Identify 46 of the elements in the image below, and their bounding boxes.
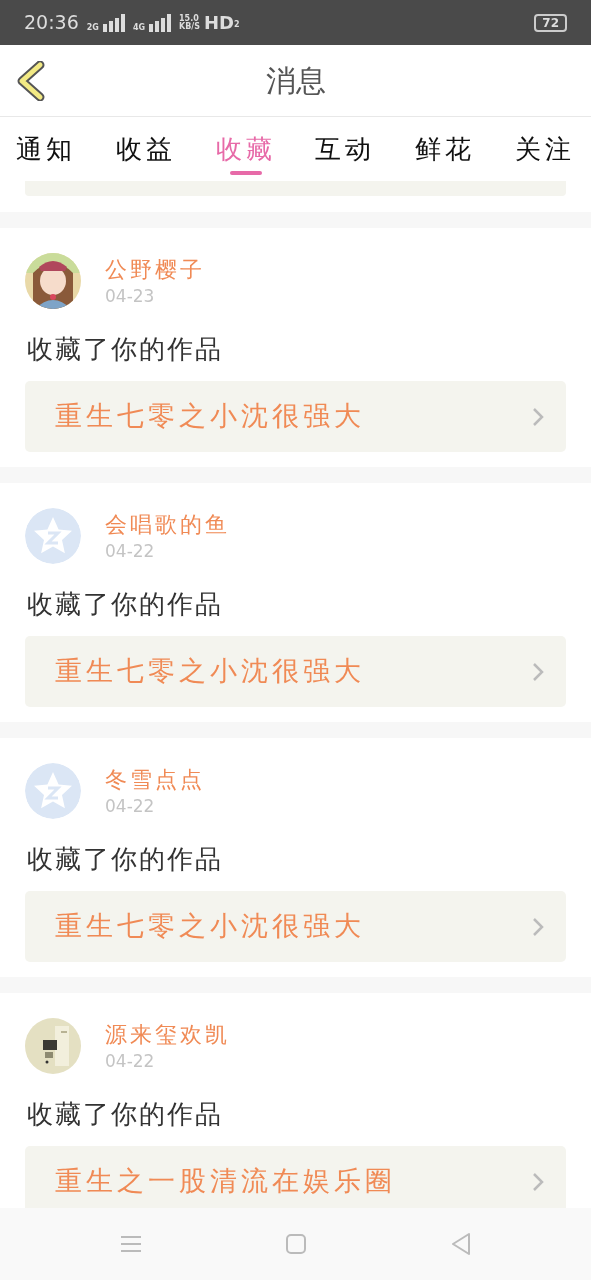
speed-value: 15.0 <box>179 14 199 23</box>
menu-icon[interactable] <box>120 1235 143 1253</box>
tab[interactable]: 收藏 <box>207 117 284 181</box>
default-avatar-icon <box>25 763 81 819</box>
default-avatar-icon <box>25 508 81 564</box>
tab[interactable]: 互动 <box>307 117 384 181</box>
tab[interactable]: 收益 <box>107 117 184 181</box>
work-title: 重生七零之小沈很强大 <box>55 399 365 434</box>
chevron-right-icon <box>532 1171 544 1192</box>
battery-indicator: 72 <box>534 13 567 32</box>
signal-icon <box>102 13 125 32</box>
message-date: 04-23 <box>105 285 156 307</box>
work-title: 重生之一股清流在娱乐圈 <box>55 1164 396 1199</box>
work-link[interactable]: 重生七零之小沈很强大 <box>25 891 566 962</box>
sim-number: 2 <box>234 21 240 29</box>
message-date: 04-22 <box>105 540 156 562</box>
message-date: 04-22 <box>105 795 156 817</box>
message-text: 收藏了你的作品 <box>27 1098 224 1131</box>
work-link[interactable]: 重生七零之小沈很强大 <box>25 636 566 707</box>
time: 20:36 <box>24 10 79 36</box>
network-label: 2G <box>86 23 99 32</box>
tab[interactable]: 通知 <box>8 117 84 181</box>
home-icon[interactable] <box>286 1234 307 1254</box>
network-label: 4G <box>132 23 146 32</box>
user-name[interactable]: 会唱歌的鱼 <box>105 510 230 540</box>
page-title: 消息 <box>265 62 326 100</box>
user-name[interactable]: 公野樱子 <box>105 255 205 285</box>
work-title: 重生七零之小沈很强大 <box>55 654 365 689</box>
signal-icon <box>149 13 172 32</box>
tab[interactable]: 关注 <box>507 117 583 181</box>
tab[interactable]: 鲜花 <box>407 117 484 181</box>
message-date: 04-22 <box>105 1050 156 1072</box>
speed-unit: KB/S <box>179 22 201 31</box>
user-name[interactable]: 冬雪点点 <box>105 765 205 795</box>
back-icon[interactable] <box>450 1233 471 1255</box>
chevron-right-icon <box>532 406 544 427</box>
work-title: 重生七零之小沈很强大 <box>55 909 365 944</box>
message-text: 收藏了你的作品 <box>27 333 224 366</box>
message-text: 收藏了你的作品 <box>27 588 224 621</box>
chevron-right-icon <box>532 916 544 937</box>
work-link[interactable]: 重生之一股清流在娱乐圈 <box>25 1146 566 1208</box>
message-text: 收藏了你的作品 <box>27 843 224 876</box>
work-link[interactable]: 重生七零之小沈很强大 <box>25 381 566 452</box>
chevron-right-icon <box>532 661 544 682</box>
user-name[interactable]: 源来玺欢凯 <box>105 1020 230 1050</box>
hd-label: HD <box>204 11 235 35</box>
